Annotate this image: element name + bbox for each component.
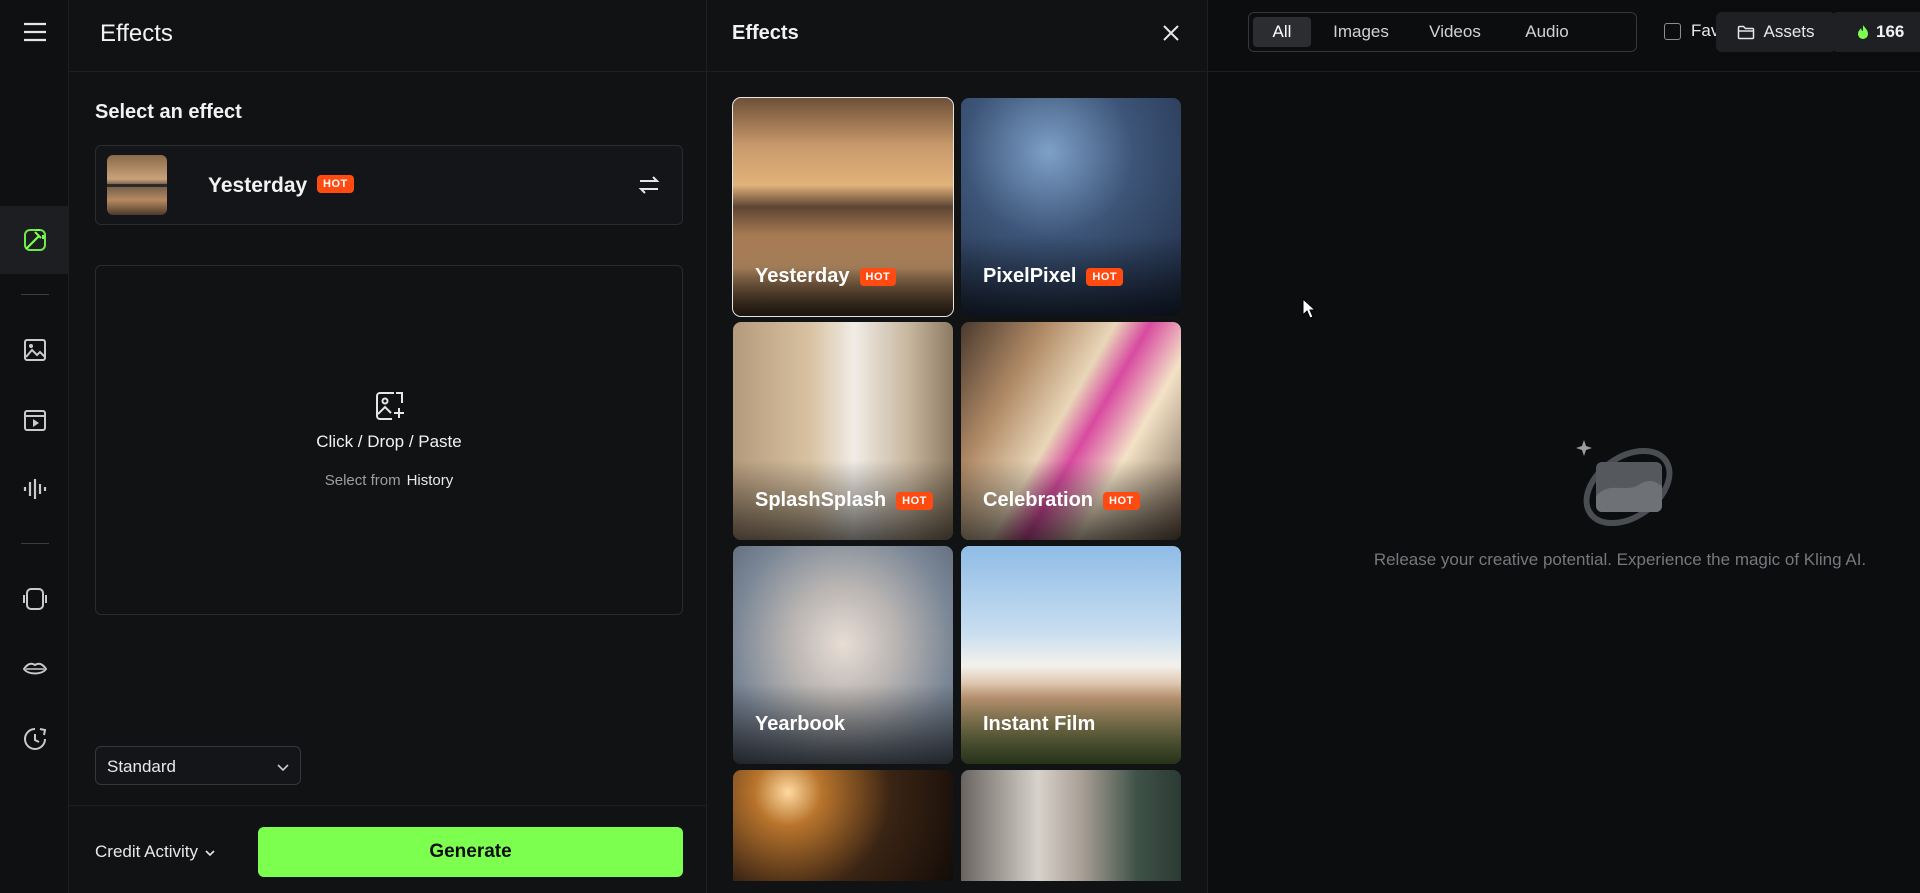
effect-card-label: SplashSplash HOT	[755, 489, 933, 512]
swap-icon[interactable]	[636, 172, 662, 198]
effect-card-celebration[interactable]: Celebration HOT	[961, 322, 1181, 540]
effect-card-label: Celebration HOT	[983, 489, 1140, 512]
effect-picker[interactable]: Yesterday HOT	[95, 145, 683, 225]
chevron-down-icon	[205, 849, 215, 856]
favorites-checkbox[interactable]	[1664, 22, 1681, 40]
close-icon[interactable]	[1160, 22, 1182, 44]
assets-button[interactable]: Assets	[1716, 12, 1836, 52]
workspace: All Images Videos Audio Favorites Assets…	[1208, 0, 1920, 893]
workspace-header: All Images Videos Audio Favorites Assets…	[1208, 0, 1920, 72]
effect-thumbnail	[107, 155, 167, 215]
assets-label: Assets	[1763, 22, 1815, 41]
effect-card-name: SplashSplash	[755, 489, 887, 511]
settings-panel: Effects Select an effect Yesterday HOT C…	[69, 0, 707, 893]
image-icon	[23, 339, 46, 361]
effect-card-name: Celebration	[983, 489, 1094, 511]
rail-audio[interactable]	[0, 464, 69, 514]
effect-card-label: PixelPixel HOT	[983, 265, 1124, 288]
mode-select-value: Standard	[107, 757, 176, 776]
effect-card-label: Yesterday HOT	[755, 265, 897, 288]
hot-badge: HOT	[859, 267, 897, 286]
history-link[interactable]: History	[407, 472, 454, 489]
dropzone-secondary: Select from History	[96, 472, 682, 489]
lip-icon	[22, 662, 47, 675]
generate-button[interactable]: Generate	[258, 827, 683, 877]
dropzone-primary-text: Click / Drop / Paste	[316, 432, 462, 451]
credits-balance[interactable]: 166	[1832, 12, 1920, 52]
chevron-down-icon	[277, 764, 289, 772]
hot-badge: HOT	[896, 491, 933, 510]
sound-icon	[22, 588, 47, 610]
menu-icon	[23, 22, 46, 42]
empty-state-icon	[1576, 440, 1673, 527]
rail-images[interactable]	[0, 325, 69, 375]
rail-effects[interactable]	[0, 206, 69, 274]
flame-icon	[1858, 25, 1868, 39]
panel-footer: Credit Activity Generate	[69, 805, 707, 893]
rail-divider-2	[21, 543, 49, 544]
selected-effect-name: Yesterday	[208, 174, 308, 197]
credit-activity-dropdown[interactable]: Credit Activity	[95, 842, 216, 862]
effect-card-splashsplash[interactable]: SplashSplash HOT	[733, 322, 953, 540]
left-rail	[0, 0, 69, 893]
mode-select[interactable]: Standard	[95, 746, 301, 785]
hot-badge: HOT	[317, 175, 354, 193]
rail-sound[interactable]	[0, 574, 69, 624]
tab-images[interactable]: Images	[1319, 17, 1403, 47]
effect-card-name: Yearbook	[755, 713, 846, 735]
effect-card-label: Instant Film	[983, 713, 1095, 736]
effect-card-image	[961, 770, 1181, 881]
effects-icon	[23, 229, 46, 251]
menu-button[interactable]	[0, 7, 69, 57]
effect-card-yearbook[interactable]: Yearbook	[733, 546, 953, 764]
audio-icon	[23, 479, 46, 499]
empty-state-message: Release your creative potential. Experie…	[1373, 550, 1867, 569]
hot-badge: HOT	[1103, 491, 1140, 510]
filter-tabs: All Images Videos Audio	[1248, 12, 1637, 52]
credit-activity-label: Credit Activity	[95, 842, 198, 861]
select-from-label: Select from	[324, 472, 401, 489]
tab-all[interactable]: All	[1253, 17, 1311, 47]
gallery-title: Effects	[732, 22, 799, 44]
effect-card-name: Yesterday	[755, 265, 850, 287]
rail-videos[interactable]	[0, 395, 69, 445]
mouse-cursor-icon	[1302, 298, 1316, 319]
rail-divider	[21, 294, 49, 295]
effect-card-label: Yearbook	[755, 713, 845, 736]
video-icon	[23, 410, 46, 431]
effects-gallery: Effects Yesterday HOT PixelPixel HOT Splas…	[707, 0, 1208, 893]
panel-title: Effects	[100, 20, 173, 47]
credits-count: 166	[1876, 22, 1905, 41]
effect-card-name: PixelPixel	[983, 265, 1077, 287]
effect-card-portrait[interactable]	[961, 770, 1181, 881]
tab-audio[interactable]: Audio	[1507, 17, 1587, 47]
gallery-header: Effects	[707, 0, 1207, 72]
folder-icon	[1738, 25, 1755, 40]
effect-card-instant-film[interactable]: Instant Film	[961, 546, 1181, 764]
effect-card-pixelpixel[interactable]: PixelPixel HOT	[961, 98, 1181, 316]
upload-dropzone[interactable]: Click / Drop / Paste Select from History	[95, 265, 683, 615]
tab-videos[interactable]: Videos	[1411, 17, 1499, 47]
effect-card-concert[interactable]	[733, 770, 953, 881]
panel-header: Effects	[69, 0, 707, 72]
app: Effects Select an effect Yesterday HOT C…	[0, 0, 1920, 893]
section-title: Select an effect	[95, 101, 242, 123]
image-upload-icon	[376, 392, 404, 420]
rail-history[interactable]	[0, 714, 69, 764]
effect-card-name: Instant Film	[983, 713, 1096, 735]
effect-card-yesterday[interactable]: Yesterday HOT	[732, 97, 954, 317]
effect-card-image	[733, 770, 953, 881]
history-icon	[23, 728, 46, 750]
rail-lip[interactable]	[0, 644, 69, 694]
hot-badge: HOT	[1086, 267, 1124, 286]
